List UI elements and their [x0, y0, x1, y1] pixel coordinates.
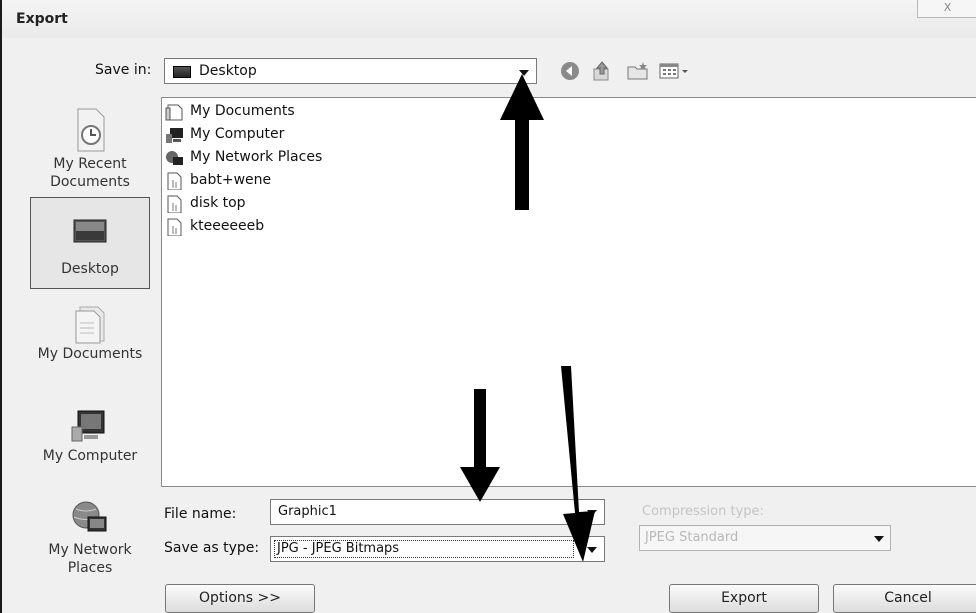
place-network-places[interactable]: My Network Places — [30, 493, 150, 583]
save-as-type-value: JPG - JPEG Bitmaps — [277, 541, 400, 556]
place-my-computer[interactable]: My Computer — [30, 397, 150, 477]
export-button[interactable]: Export — [669, 584, 819, 613]
compression-type-value: JPEG Standard — [645, 530, 739, 545]
computer-icon — [166, 128, 183, 143]
options-button[interactable]: Options >> — [165, 584, 315, 613]
file-icon — [167, 218, 182, 236]
list-item-label: babt+wene — [190, 172, 272, 188]
place-label: My Computer — [42, 448, 138, 464]
title-bar: Export — [2, 0, 976, 38]
place-label: Documents — [50, 174, 130, 190]
close-icon: X — [943, 1, 952, 14]
my-documents-icon — [75, 306, 105, 344]
place-label: Places — [67, 560, 113, 576]
place-label: My Documents — [37, 346, 143, 362]
back-icon — [561, 62, 579, 80]
new-folder-icon — [627, 62, 648, 80]
new-folder-button[interactable] — [626, 60, 650, 82]
place-label: My Recent — [53, 156, 127, 172]
place-my-documents[interactable]: My Documents — [30, 297, 150, 377]
file-icon — [167, 195, 182, 213]
list-item-label: kteeeeeeb — [190, 218, 265, 234]
place-label: Desktop — [61, 261, 119, 277]
network-icon — [166, 151, 183, 165]
list-item-label: My Computer — [190, 126, 285, 142]
export-dialog: Export X Save in: Desktop My Recent Docu… — [0, 0, 976, 613]
save-in-dropdown[interactable]: Desktop — [164, 58, 537, 84]
compression-type-dropdown[interactable]: JPEG Standard — [639, 525, 891, 551]
dialog-title: Export — [16, 11, 68, 27]
compression-type-label: Compression type: — [642, 504, 764, 519]
close-button[interactable]: X — [917, 0, 976, 18]
save-in-value: Desktop — [199, 63, 257, 79]
up-folder-icon — [593, 61, 609, 81]
desktop-icon — [73, 219, 107, 243]
place-desktop[interactable]: Desktop — [30, 197, 150, 289]
back-button[interactable] — [558, 60, 582, 82]
list-item-label: My Network Places — [190, 149, 323, 165]
list-item-label: My Documents — [190, 103, 295, 119]
views-menu-button[interactable] — [658, 60, 694, 82]
my-computer-icon — [71, 410, 105, 442]
list-item-label: disk top — [190, 195, 246, 211]
file-name-value: Graphic1 — [278, 504, 337, 519]
cancel-button[interactable]: Cancel — [833, 584, 976, 613]
network-places-icon — [72, 501, 107, 532]
file-icon — [167, 172, 182, 190]
annotation-arrow-down-save-type — [561, 366, 595, 562]
save-as-type-label: Save as type: — [164, 540, 260, 556]
desktop-icon — [173, 66, 191, 78]
up-folder-button[interactable] — [590, 60, 614, 82]
save-in-label: Save in: — [95, 62, 152, 78]
places-bar: My Recent Documents Desktop My Documents… — [30, 97, 150, 609]
file-name-input[interactable]: Graphic1 — [270, 499, 605, 525]
place-label: My Network — [48, 542, 132, 558]
save-as-type-dropdown[interactable]: JPG - JPEG Bitmaps — [270, 536, 605, 562]
place-recent-documents[interactable]: My Recent Documents — [30, 101, 150, 193]
views-menu-icon — [659, 63, 688, 79]
recent-documents-icon — [77, 108, 105, 152]
annotation-arrow-down-file-name — [460, 389, 500, 502]
chevron-down-icon[interactable] — [874, 536, 884, 542]
file-name-label: File name: — [164, 506, 237, 522]
annotation-arrow-up — [500, 74, 544, 210]
documents-folder-icon — [165, 104, 183, 121]
